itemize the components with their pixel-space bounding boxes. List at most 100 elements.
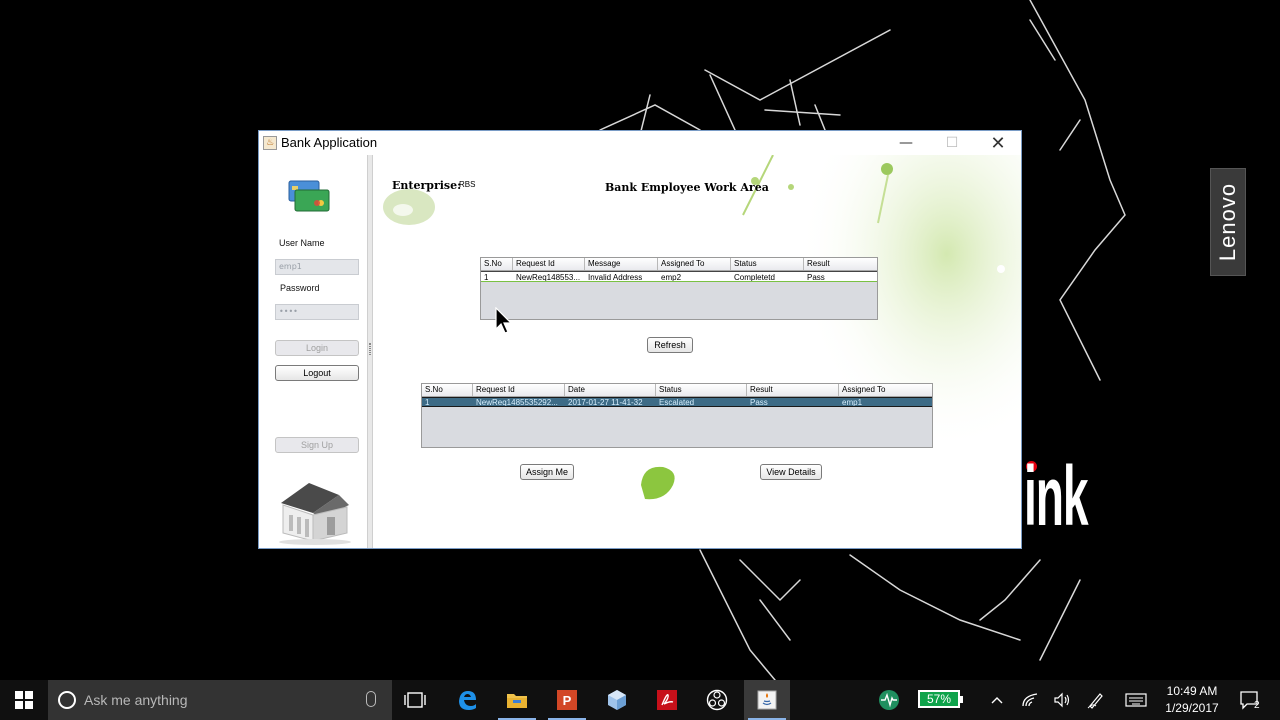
table-cell: Pass xyxy=(807,273,825,281)
notification-count: 2 xyxy=(1254,700,1260,711)
password-label: Password xyxy=(280,283,320,293)
login-panel: User Name emp1 Password •••• Login Logou… xyxy=(259,155,367,548)
taskbar-app-file-explorer[interactable] xyxy=(494,680,540,720)
refresh-button[interactable]: Refresh xyxy=(647,337,693,353)
heartbeat-icon xyxy=(879,690,899,710)
task-view-icon xyxy=(404,692,426,708)
microphone-icon[interactable] xyxy=(366,691,376,707)
taskbar-app-virtualbox[interactable] xyxy=(594,680,640,720)
close-button[interactable]: ✕ xyxy=(975,131,1021,155)
folder-icon xyxy=(507,694,527,708)
leaf-background-decoration xyxy=(383,155,1021,500)
requests-table[interactable]: S.No Request Id Message Assigned To Stat… xyxy=(480,257,878,320)
table-cell: 1 xyxy=(484,273,489,281)
column-header[interactable]: Assigned To xyxy=(658,258,731,270)
bank-building-icon xyxy=(279,483,351,545)
cortana-search-box[interactable]: Ask me anything xyxy=(48,680,392,720)
virtualbox-icon xyxy=(608,690,626,710)
taskbar: Ask me anything P 57% 10:49 AM 1/29/2017… xyxy=(0,680,1280,720)
column-header[interactable]: Result xyxy=(747,384,839,396)
column-header[interactable]: Date xyxy=(565,384,656,396)
table-cell: Completetd xyxy=(734,273,775,281)
work-queue-table-header: S.No Request Id Date Status Result Assig… xyxy=(422,384,932,397)
logout-button[interactable]: Logout xyxy=(275,365,359,381)
pen-icon xyxy=(1087,693,1103,709)
table-row[interactable]: 1 NewReq148553... Invalid Address emp2 C… xyxy=(481,271,877,282)
sign-up-button[interactable]: Sign Up xyxy=(275,437,359,453)
table-cell: emp2 xyxy=(661,273,682,281)
lenovo-side-tag: Lenovo xyxy=(1210,168,1246,276)
username-field[interactable]: emp1 xyxy=(275,259,359,275)
column-header[interactable]: S.No xyxy=(481,258,513,270)
work-area-title: Bank Employee Work Area xyxy=(605,181,769,194)
volume-tray-icon[interactable] xyxy=(1048,680,1076,720)
chevron-up-icon xyxy=(991,697,1003,704)
show-hidden-icons-button[interactable] xyxy=(984,680,1010,720)
column-header[interactable]: Request Id xyxy=(513,258,585,270)
column-header[interactable]: Request Id xyxy=(473,384,565,396)
work-area-panel: Enterprise: RBS Bank Employee Work Area … xyxy=(373,155,1021,548)
task-view-button[interactable] xyxy=(392,680,438,720)
brand-text-fragment: ink xyxy=(1024,449,1089,543)
column-header[interactable]: Assigned To xyxy=(839,384,932,396)
speaker-icon xyxy=(1054,692,1070,708)
java-app-icon: ♨ xyxy=(263,136,277,150)
table-cell: 1 xyxy=(425,398,430,406)
enterprise-label: Enterprise: xyxy=(392,179,462,192)
password-field[interactable]: •••• xyxy=(275,304,359,320)
taskbar-app-edge[interactable] xyxy=(444,680,490,720)
column-header[interactable]: S.No xyxy=(422,384,473,396)
taskbar-app-powerpoint[interactable]: P xyxy=(544,680,590,720)
assign-me-button[interactable]: Assign Me xyxy=(520,464,574,480)
table-cell: NewReq1485535292... xyxy=(476,398,558,406)
action-center-button[interactable]: 2 xyxy=(1234,680,1264,720)
taskbar-app-obs[interactable] xyxy=(694,680,740,720)
wifi-icon xyxy=(1022,693,1038,707)
table-cell: NewReq148553... xyxy=(516,273,581,281)
table-cell: emp1 xyxy=(842,398,863,406)
battery-indicator[interactable]: 57% xyxy=(918,690,963,708)
column-header[interactable]: Result xyxy=(804,258,877,270)
window-title: Bank Application xyxy=(281,135,378,150)
column-header[interactable]: Status xyxy=(656,384,747,396)
username-label: User Name xyxy=(279,238,325,248)
enterprise-value: RBS xyxy=(459,180,476,189)
table-cell: Escalated xyxy=(659,398,695,406)
pen-workspace-tray-icon[interactable] xyxy=(1082,680,1110,720)
table-cell: 2017-01-27 11-41-32 xyxy=(568,398,643,406)
edge-icon xyxy=(459,691,476,710)
taskbar-app-acrobat[interactable] xyxy=(644,680,690,720)
java-icon xyxy=(757,690,777,710)
wifi-tray-icon[interactable] xyxy=(1016,680,1044,720)
minimize-button[interactable]: — xyxy=(883,131,929,155)
clock-time: 10:49 AM xyxy=(1166,684,1218,698)
health-monitor-tray-icon[interactable] xyxy=(874,680,904,720)
maximize-button[interactable]: ☐ xyxy=(929,131,975,155)
view-details-button[interactable]: View Details xyxy=(760,464,822,480)
work-queue-table[interactable]: S.No Request Id Date Status Result Assig… xyxy=(421,383,933,448)
touch-keyboard-tray-icon[interactable] xyxy=(1120,680,1152,720)
keyboard-icon xyxy=(1125,693,1147,707)
obs-icon xyxy=(706,689,728,711)
system-clock[interactable]: 10:49 AM 1/29/2017 xyxy=(1152,683,1232,717)
cortana-icon xyxy=(58,691,76,709)
table-cell: Invalid Address xyxy=(588,273,643,281)
powerpoint-icon: P xyxy=(557,690,577,710)
search-placeholder: Ask me anything xyxy=(84,692,188,708)
column-header[interactable]: Status xyxy=(731,258,804,270)
title-bar[interactable]: ♨ Bank Application — ☐ ✕ xyxy=(259,131,1021,155)
svg-text:P: P xyxy=(563,693,572,708)
table-cell: Pass xyxy=(750,398,768,406)
windows-logo-icon xyxy=(15,691,33,709)
credit-cards-icon xyxy=(288,180,330,212)
clock-date: 1/29/2017 xyxy=(1165,701,1219,715)
column-header[interactable]: Message xyxy=(585,258,658,270)
table-row-selected[interactable]: 1 NewReq1485535292... 2017-01-27 11-41-3… xyxy=(422,397,932,407)
requests-table-header: S.No Request Id Message Assigned To Stat… xyxy=(481,258,877,271)
start-button[interactable] xyxy=(0,680,48,720)
acrobat-icon xyxy=(657,690,677,710)
mouse-cursor-icon xyxy=(495,307,513,334)
login-button[interactable]: Login xyxy=(275,340,359,356)
bank-application-window: ♨ Bank Application — ☐ ✕ User Name emp1 … xyxy=(258,130,1022,549)
taskbar-app-java[interactable] xyxy=(744,680,790,720)
